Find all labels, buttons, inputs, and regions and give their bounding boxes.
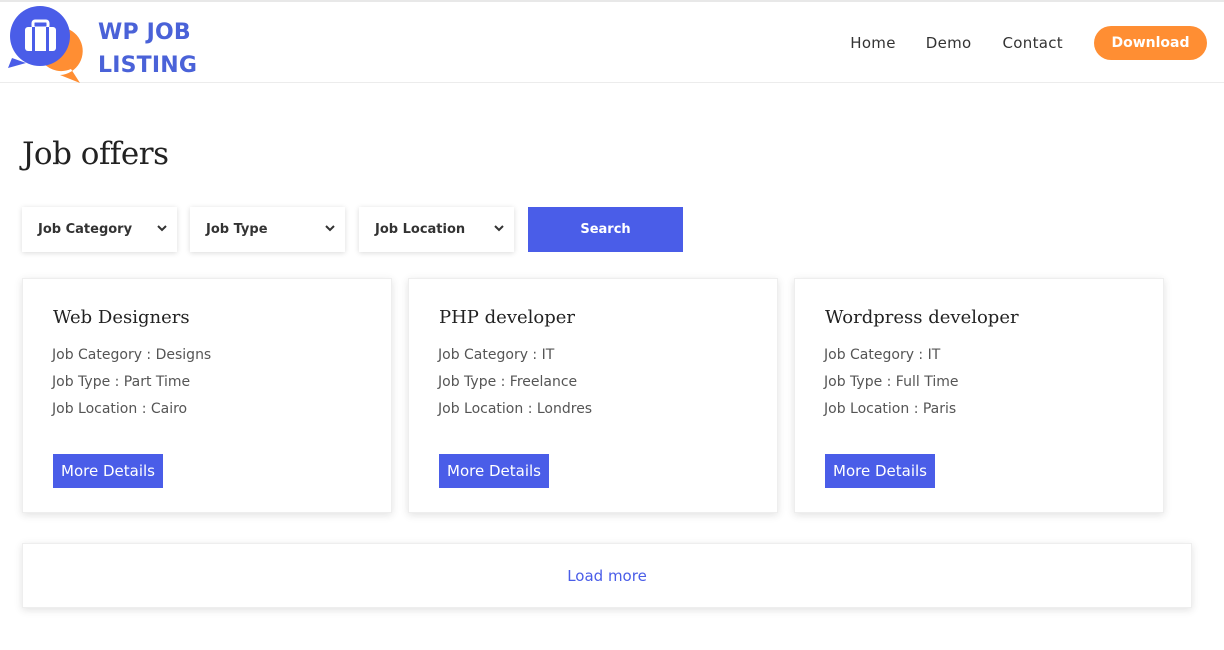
job-title: Web Designers bbox=[53, 307, 190, 328]
main-nav: Home Demo Contact Download bbox=[850, 26, 1207, 60]
job-type-select[interactable]: Job Type bbox=[190, 207, 345, 252]
brand-name: WP JOB LISTING bbox=[98, 16, 218, 82]
chevron-down-icon bbox=[325, 225, 335, 232]
job-location: Job Location : Paris bbox=[824, 401, 957, 417]
brand-line-2: LISTING bbox=[98, 53, 198, 78]
job-type: Job Type : Part Time bbox=[52, 374, 191, 390]
briefcase-chat-bubble-icon bbox=[8, 6, 83, 84]
job-card: Wordpress developer Job Category : IT Jo… bbox=[794, 278, 1164, 513]
more-details-button[interactable]: More Details bbox=[825, 454, 935, 488]
job-category: Job Category : IT bbox=[438, 347, 555, 363]
job-location-select[interactable]: Job Location bbox=[359, 207, 514, 252]
job-type: Job Type : Freelance bbox=[438, 374, 578, 390]
site-header: WP JOB LISTING Home Demo Contact Downloa… bbox=[0, 0, 1224, 84]
job-title: PHP developer bbox=[439, 307, 576, 328]
job-title: Wordpress developer bbox=[825, 307, 1019, 328]
nav-contact-link[interactable]: Contact bbox=[1003, 34, 1063, 52]
download-button[interactable]: Download bbox=[1094, 26, 1207, 60]
page-title: Job offers bbox=[22, 136, 169, 172]
chevron-down-icon bbox=[494, 225, 504, 232]
job-category-select[interactable]: Job Category bbox=[22, 207, 177, 252]
nav-home-link[interactable]: Home bbox=[850, 34, 896, 52]
job-type-select-value: Job Type bbox=[206, 222, 268, 237]
more-details-button[interactable]: More Details bbox=[439, 454, 549, 488]
load-more-button[interactable]: Load more bbox=[22, 543, 1192, 608]
job-location-select-value: Job Location bbox=[375, 222, 466, 237]
job-location: Job Location : Cairo bbox=[52, 401, 188, 417]
site-logo[interactable]: WP JOB LISTING bbox=[6, 6, 206, 84]
job-category: Job Category : Designs bbox=[52, 347, 212, 363]
job-location: Job Location : Londres bbox=[438, 401, 593, 417]
job-card: Web Designers Job Category : Designs Job… bbox=[22, 278, 392, 513]
more-details-button[interactable]: More Details bbox=[53, 454, 163, 488]
nav-demo-link[interactable]: Demo bbox=[926, 34, 972, 52]
job-category-select-value: Job Category bbox=[38, 222, 133, 237]
search-button[interactable]: Search bbox=[528, 207, 683, 252]
job-type: Job Type : Full Time bbox=[824, 374, 959, 390]
chevron-down-icon bbox=[157, 225, 167, 232]
job-card: PHP developer Job Category : IT Job Type… bbox=[408, 278, 778, 513]
job-category: Job Category : IT bbox=[824, 347, 941, 363]
brand-line-1: WP JOB bbox=[98, 20, 191, 45]
